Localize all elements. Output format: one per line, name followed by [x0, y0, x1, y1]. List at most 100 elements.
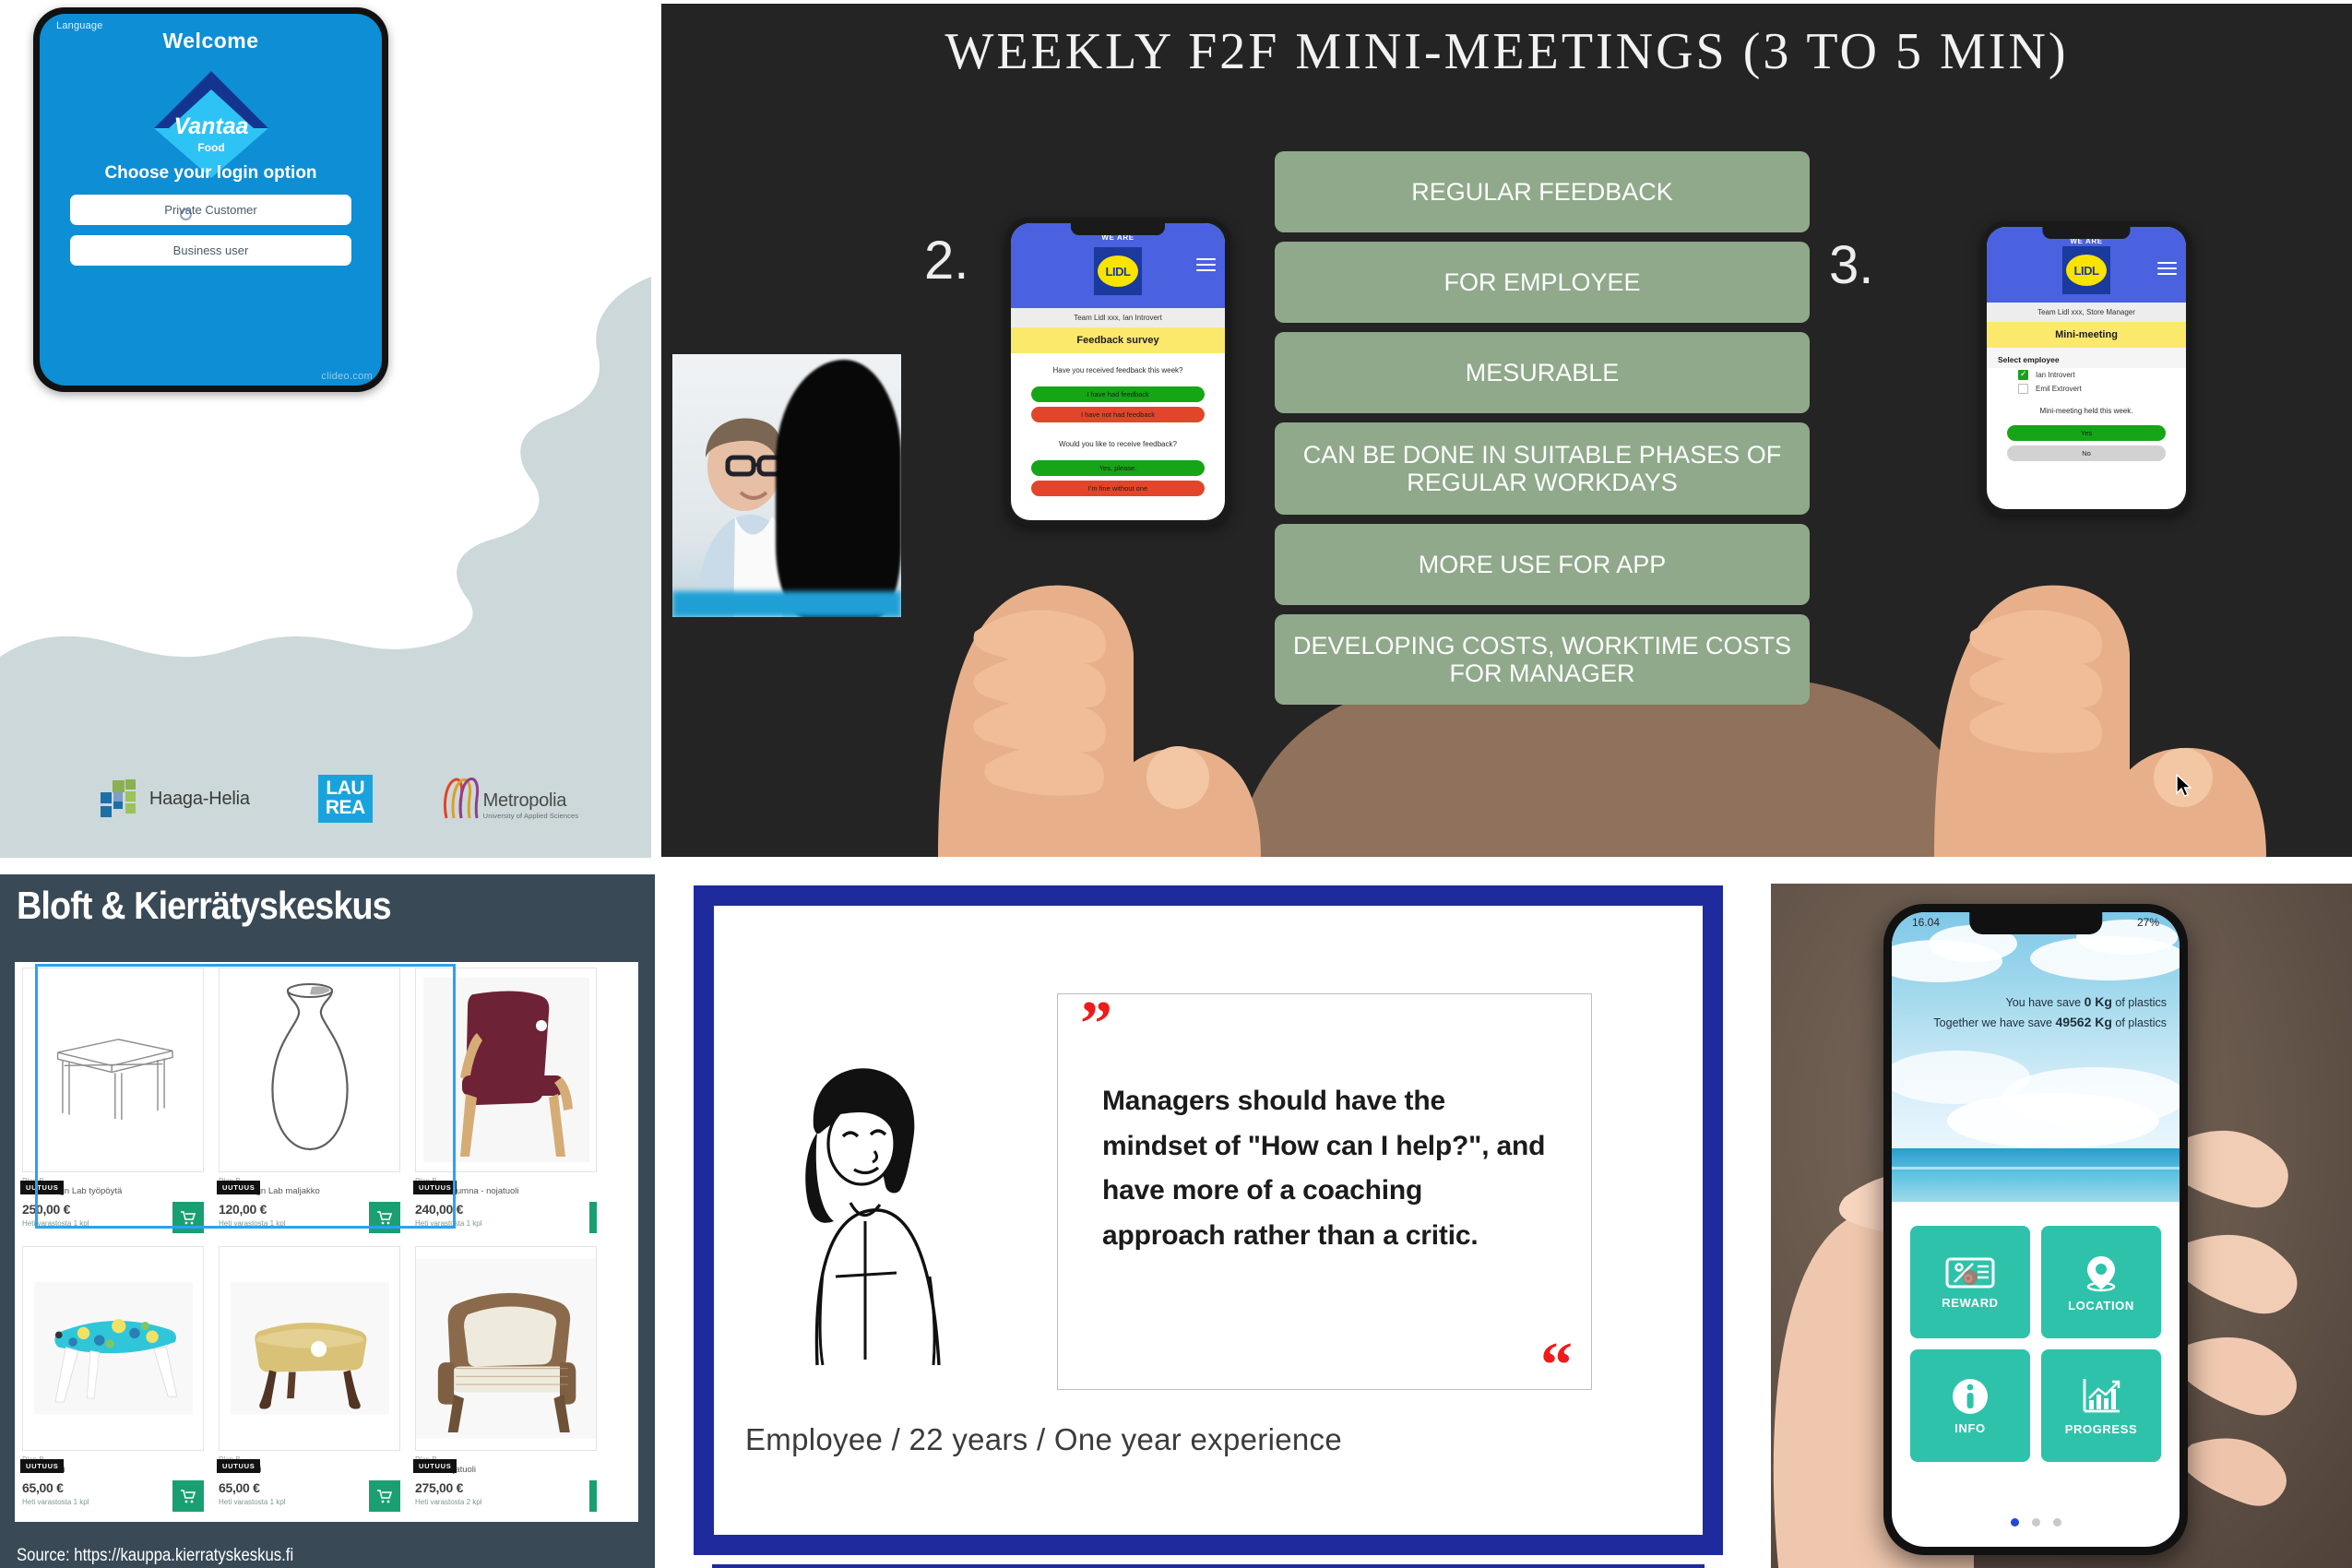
- laurea-line-1: LAU: [326, 777, 365, 799]
- quote-frame-bottom-strip: [712, 1564, 1705, 1568]
- product-card[interactable]: UUTUUS Plan B Bloft Design Lab maljakko: [211, 962, 408, 1200]
- hamburger-menu-icon[interactable]: [1196, 258, 1216, 275]
- source-caption: Source: https://kauppa.kierratyskeskus.f…: [17, 1546, 294, 1565]
- product-stock: Heti varastosta 1 kpl: [219, 1219, 286, 1228]
- product-row: UUTUUS Plan B Bloft Design Lab työpöytä …: [15, 962, 638, 1200]
- laurea-line-2: REA: [325, 796, 365, 818]
- tile-location[interactable]: LOCATION: [2041, 1226, 2161, 1338]
- team-line: Team Lidl xxx, Ian Introvert: [1011, 308, 1225, 327]
- add-to-cart-button[interactable]: [369, 1202, 400, 1233]
- product-card[interactable]: UUTUUS Plan B Plan B nojatuoli: [408, 1241, 604, 1479]
- tile-info[interactable]: INFO: [1910, 1349, 2030, 1462]
- mini-meeting-phone: WE ARE LIDL Team Lidl xxx, Store Manager…: [1981, 221, 2192, 515]
- page-dot-active[interactable]: [2010, 1518, 2019, 1526]
- cane-armchair-photo: [416, 1258, 596, 1439]
- private-customer-button[interactable]: Private Customer: [70, 195, 351, 225]
- quote-mark-close-icon: “: [1540, 1330, 1573, 1401]
- product-image: [219, 968, 400, 1172]
- product-image: [22, 968, 204, 1172]
- add-to-cart-button[interactable]: [589, 1480, 597, 1512]
- product-row: UUTUUS Plan B Plan B rahi: [15, 1241, 638, 1479]
- panel-eco-app: 16.04 27% You have save 0 Kg of plastics…: [1771, 884, 2352, 1568]
- meeting-statement: Mini-meeting held this week.: [2039, 407, 2133, 415]
- quote-card: ” Managers should have the mindset of "H…: [714, 906, 1703, 1535]
- login-prompt: Choose your login option: [104, 163, 317, 183]
- employee-row[interactable]: Emil Extrovert: [1987, 382, 2186, 396]
- add-to-cart-button[interactable]: [589, 1202, 597, 1233]
- product-price-block: 275,00 € Heti varastosta 2 kpl: [408, 1479, 604, 1519]
- checkbox-checked-icon[interactable]: [2018, 369, 2028, 380]
- product-image: [22, 1246, 204, 1451]
- haaga-helia-mark-icon: [100, 779, 143, 818]
- step-number-2: 2.: [924, 231, 969, 291]
- page-dot[interactable]: [2052, 1518, 2061, 1526]
- add-to-cart-button[interactable]: [369, 1480, 400, 1512]
- slide-title: WEEKLY F2F MINI-MEETINGS (3 TO 5 MIN): [944, 23, 2069, 80]
- quote-text: Managers should have the mindset of "How…: [1102, 1086, 1546, 1251]
- answer-fine-without[interactable]: I'm fine without one: [1031, 481, 1205, 496]
- employee-name: Ian Introvert: [2036, 371, 2075, 379]
- price-row: 65,00 € Heti varastosta 1 kpl 65,00 € He…: [15, 1479, 638, 1519]
- business-user-button[interactable]: Business user: [70, 235, 351, 266]
- mini-meeting-title: Mini-meeting: [1987, 322, 2186, 348]
- answer-had-feedback[interactable]: I have had feedback: [1031, 386, 1205, 402]
- lidl-wordmark: LIDL: [1098, 255, 1138, 287]
- product-price-block: 250,00 € Heti varastosta 1 kpl: [15, 1200, 211, 1241]
- info-icon: [1953, 1378, 1988, 1414]
- personal-savings-post: of plastics: [2111, 996, 2167, 1009]
- eco-app-screen: 16.04 27% You have save 0 Kg of plastics…: [1892, 912, 2180, 1547]
- answer-not-had-feedback[interactable]: I have not had feedback: [1031, 407, 1205, 422]
- metropolia-label: Metropolia: [482, 790, 567, 811]
- product-stock: Heti varastosta 1 kpl: [22, 1219, 89, 1228]
- answer-yes[interactable]: Yes: [2007, 425, 2166, 441]
- tile-info-label: INFO: [1954, 1420, 1986, 1435]
- status-bar: 16.04 27%: [1892, 916, 2180, 929]
- quote-mark-open-icon: ”: [1080, 989, 1112, 1060]
- answer-no[interactable]: No: [2007, 445, 2166, 461]
- product-price: 275,00 €: [415, 1480, 464, 1495]
- answer-yes-please[interactable]: Yes, please.: [1031, 460, 1205, 476]
- personal-savings-pre: You have save: [2005, 996, 2085, 1009]
- table-sketch-icon: [56, 1039, 173, 1121]
- employee-row[interactable]: Ian Introvert: [1987, 368, 2186, 382]
- webshop-screenshot: UUTUUS Plan B Bloft Design Lab työpöytä …: [15, 962, 638, 1522]
- product-price-block: 240,00 € Heti varastosta 1 kpl: [408, 1200, 604, 1241]
- panel-employee-quote: ” Managers should have the mindset of "H…: [694, 885, 1723, 1568]
- product-card[interactable]: UUTUUS Plan B Bloft Design Lab työpöytä: [15, 962, 211, 1200]
- floral-stool-photo: [33, 1282, 193, 1415]
- metropolia-mark-icon: [443, 778, 479, 819]
- product-card[interactable]: UUTUUS Plan B Plan B rahi: [211, 1241, 408, 1479]
- status-time: 16.04: [1912, 916, 1941, 929]
- clideo-watermark: clideo.com: [321, 371, 373, 382]
- product-card[interactable]: UUTUUS Plan B Plan B Columna - nojatuoli: [408, 962, 604, 1200]
- vantaa-phone-mockup: Language Welcome Vantaa Food Choose your…: [33, 7, 388, 392]
- panel-weekly-mini-meetings: WEEKLY F2F MINI-MEETINGS (3 TO 5 MIN) 2.…: [661, 4, 2352, 857]
- price-row: 250,00 € Heti varastosta 1 kpl 120,00 € …: [15, 1200, 638, 1241]
- slide-collage: Language Welcome Vantaa Food Choose your…: [0, 0, 2352, 1568]
- page-dot[interactable]: [2031, 1518, 2040, 1526]
- tile-progress[interactable]: PROGRESS: [2041, 1349, 2161, 1462]
- vantaa-food-logo: Vantaa Food: [153, 71, 268, 178]
- mouse-cursor-icon: [2176, 774, 2192, 797]
- metropolia-sublabel: University of Applied Sciences: [482, 812, 579, 820]
- product-price: 250,00 €: [22, 1202, 71, 1217]
- step-number-3: 3.: [1829, 235, 1874, 295]
- new-badge: UUTUUS: [413, 1459, 457, 1473]
- tile-progress-label: PROGRESS: [2064, 1421, 2138, 1436]
- yellow-stool-photo: [230, 1282, 389, 1415]
- hamburger-menu-icon[interactable]: [2157, 262, 2177, 279]
- cart-icon: [377, 1210, 392, 1224]
- add-to-cart-button[interactable]: [172, 1480, 204, 1512]
- map-pin-icon: [2086, 1255, 2116, 1291]
- tile-reward[interactable]: REWARD: [1910, 1226, 2030, 1338]
- community-savings-pre: Together we have save: [1933, 1016, 2056, 1030]
- lidl-header: WE ARE LIDL: [1011, 223, 1225, 308]
- product-card[interactable]: UUTUUS Plan B Plan B rahi: [15, 1241, 211, 1479]
- page-indicator[interactable]: [1892, 1518, 2180, 1526]
- quote-frame: ” Managers should have the mindset of "H…: [694, 885, 1723, 1555]
- checkbox-unchecked-icon[interactable]: [2018, 384, 2028, 394]
- product-stock: Heti varastosta 1 kpl: [219, 1498, 286, 1506]
- product-stock: Heti varastosta 1 kpl: [22, 1498, 89, 1506]
- add-to-cart-button[interactable]: [172, 1202, 204, 1233]
- svg-text:Vantaa: Vantaa: [173, 113, 248, 139]
